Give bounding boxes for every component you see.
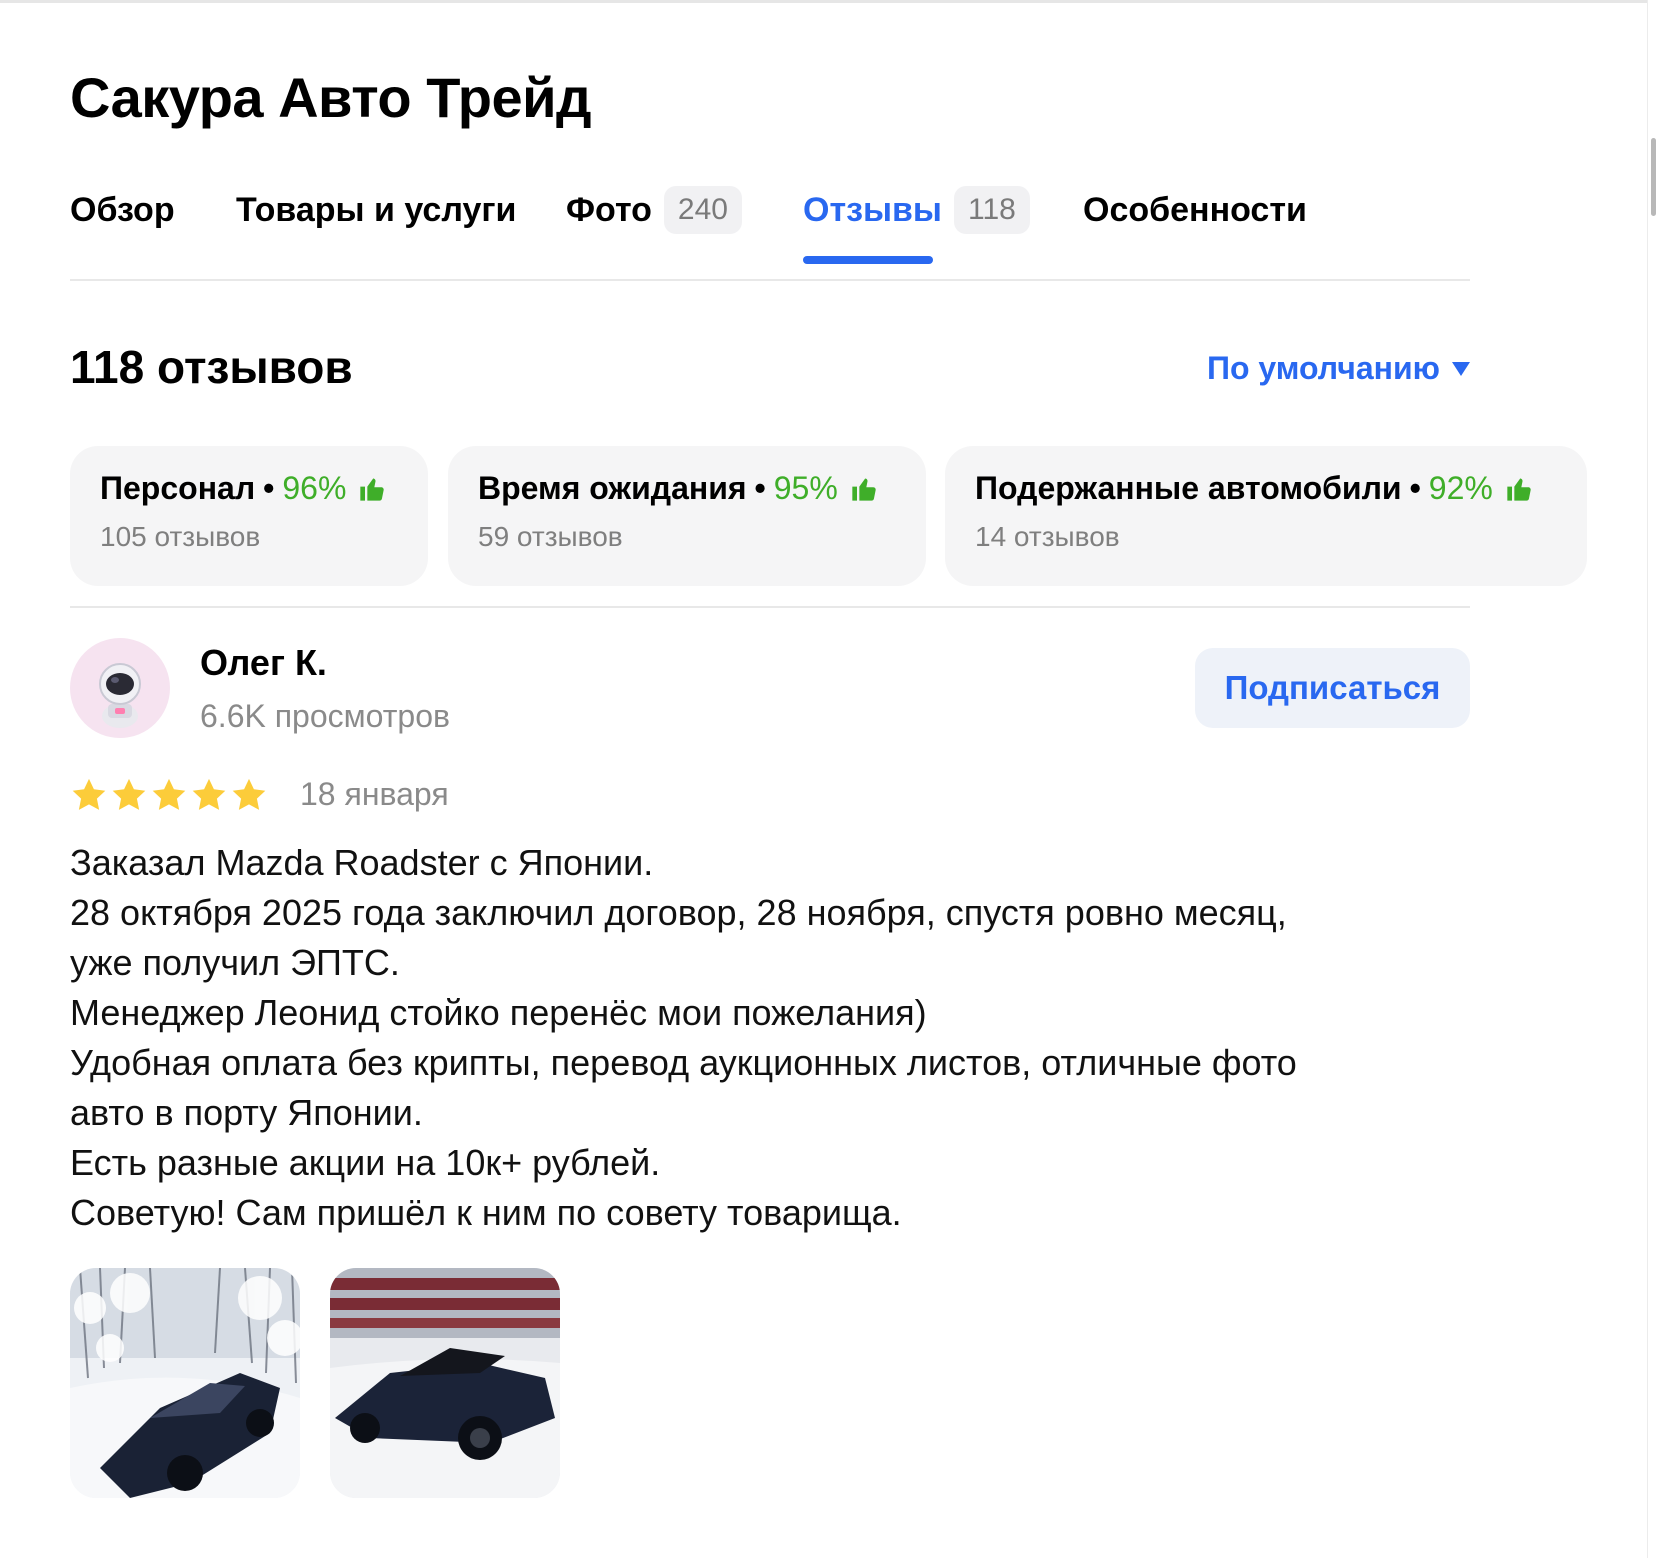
review-text-line: Менеджер Леонид стойко перенёс мои пожел…	[70, 992, 927, 1033]
subscribe-button[interactable]: Подписаться	[1195, 648, 1470, 728]
star-icon	[192, 778, 226, 810]
thumbs-up-icon	[852, 478, 876, 501]
aspect-separator: •	[754, 470, 766, 506]
aspect-name: Персонал	[100, 470, 256, 506]
aspects-divider	[70, 606, 1470, 608]
review-photo-2[interactable]	[330, 1268, 560, 1498]
tab-photos[interactable]: Фото 240	[566, 180, 742, 240]
tab-count-badge: 118	[953, 186, 1030, 234]
review-text-line: Удобная оплата без крипты, перевод аукци…	[70, 1042, 1297, 1083]
aspect-review-count: 59 отзывов	[478, 521, 623, 552]
aspect-card-used-cars[interactable]: Подержанные автомобили • 92% 14 отзывов	[945, 446, 1587, 586]
star-icon	[152, 778, 186, 810]
tab-label: Обзор	[70, 190, 175, 229]
review-rating-stars	[70, 776, 270, 814]
tab-reviews[interactable]: Отзывы 118	[803, 180, 1030, 264]
review-text-line: Заказал Mazda Roadster с Японии.	[70, 842, 654, 883]
tab-features[interactable]: Особенности	[1083, 180, 1307, 240]
aspect-name: Подержанные автомобили	[975, 470, 1402, 506]
avatar[interactable]	[70, 638, 170, 738]
aspect-review-count: 14 отзывов	[975, 521, 1120, 552]
review-text-line: авто в порту Японии.	[70, 1092, 423, 1133]
review-text: Заказал Mazda Roadster с Японии. 28 октя…	[70, 838, 1490, 1238]
window-top-edge	[0, 0, 1660, 3]
review-text-line: Советую! Сам пришёл к ним по совету това…	[70, 1192, 902, 1233]
car-photo-snow-road	[70, 1268, 300, 1498]
review-author-name[interactable]: Олег К.	[200, 642, 327, 684]
thumbs-up-icon	[1507, 478, 1531, 501]
car-photo-parking	[330, 1268, 560, 1498]
reviews-count-heading: 118 отзывов	[70, 341, 353, 393]
scrollbar[interactable]	[1647, 0, 1660, 1558]
astronaut-avatar-icon	[99, 663, 141, 728]
tab-label: Особенности	[1083, 190, 1307, 229]
review-text-line: 28 октября 2025 года заключил договор, 2…	[70, 892, 1287, 933]
aspect-percent: 95%	[773, 470, 838, 506]
tab-overview[interactable]: Обзор	[70, 180, 175, 240]
review-text-line: уже получил ЭПТС.	[70, 942, 400, 983]
aspect-name: Время ожидания	[478, 470, 747, 506]
tab-products-services[interactable]: Товары и услуги	[236, 180, 516, 240]
star-icon	[72, 778, 106, 810]
tabs-divider	[70, 279, 1470, 281]
tab-bar: Обзор Товары и услуги Фото 240 Отзывы 11…	[70, 180, 1470, 280]
active-tab-indicator	[803, 256, 933, 264]
tab-label: Фото	[566, 190, 652, 229]
review-date: 18 января	[300, 776, 449, 812]
tab-count-badge: 240	[663, 186, 742, 234]
review-photo-1[interactable]	[70, 1268, 300, 1498]
star-icon	[232, 778, 266, 810]
aspect-card-staff[interactable]: Персонал • 96% 105 отзывов	[70, 446, 428, 586]
aspect-card-waiting-time[interactable]: Время ожидания • 95% 59 отзывов	[448, 446, 926, 586]
star-icon	[112, 778, 146, 810]
scrollbar-thumb[interactable]	[1651, 138, 1656, 216]
page-title: Сакура Авто Трейд	[70, 66, 592, 129]
thumbs-up-icon	[360, 478, 385, 501]
tab-label: Товары и услуги	[236, 190, 517, 229]
aspect-percent: 92%	[1428, 470, 1493, 506]
aspect-separator: •	[263, 470, 275, 506]
tab-label: Отзывы	[803, 190, 942, 229]
sort-dropdown[interactable]: По умолчанию	[1207, 350, 1470, 387]
review-author-views: 6.6K просмотров	[200, 698, 450, 734]
sort-label: По умолчанию	[1206, 350, 1440, 386]
review-text-line: Есть разные акции на 10к+ рублей.	[70, 1142, 661, 1183]
aspect-separator: •	[1409, 470, 1421, 506]
aspect-review-count: 105 отзывов	[100, 521, 261, 552]
chevron-down-icon	[1452, 361, 1470, 376]
aspect-percent: 96%	[282, 470, 347, 506]
